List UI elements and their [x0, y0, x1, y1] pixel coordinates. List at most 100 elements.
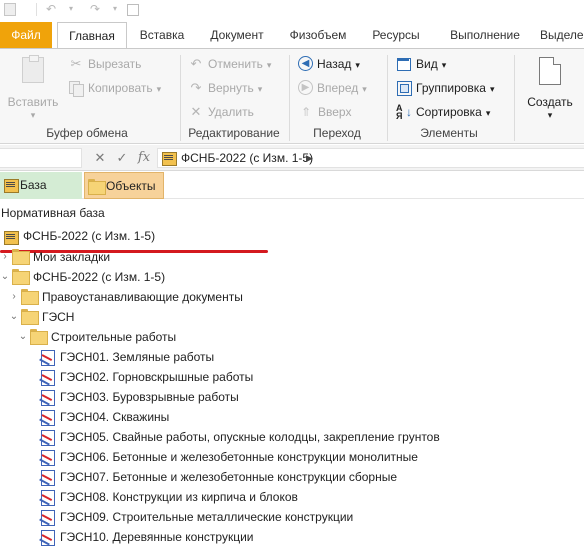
undo-icon: ↶ [190, 55, 202, 71]
forward-button[interactable]: ▶ Вперед [298, 78, 367, 98]
chevron-down-icon: ▾ [547, 110, 553, 120]
view-icon [396, 56, 412, 72]
save-icon[interactable] [2, 2, 16, 16]
list-item-label: ГЭСН06. Бетонные и железобетонные констр… [60, 450, 418, 464]
list-item-label: ГЭСН09. Строительные металлические конст… [60, 510, 354, 524]
list-item-label: ГЭСН01. Земляные работы [60, 350, 215, 364]
chevron-right-icon[interactable]: ▶ [306, 149, 313, 167]
forward-label: Вперед [317, 81, 359, 95]
chevron-down-icon [482, 105, 491, 119]
document-icon [40, 430, 55, 446]
chevron-down-icon [351, 57, 360, 71]
sorting-button[interactable]: A Я ↓ Сортировка [396, 102, 490, 122]
tab-file[interactable]: Файл [0, 22, 52, 48]
address-bar: ✕ ✓ fx ФСНБ-2022 (с Изм. 1-5) ▶ [0, 145, 584, 171]
folder-icon [88, 179, 106, 195]
clipboard-icon [22, 55, 44, 83]
forward-arrow-icon: ▶ [298, 80, 313, 96]
tab-insert[interactable]: Вставка [135, 22, 189, 48]
list-item-label: ГЭСН03. Буровзрывные работы [60, 390, 239, 404]
document-icon [40, 490, 55, 506]
copy-button[interactable]: Копировать [68, 78, 161, 98]
breadcrumb: ФСНБ-2022 (с Изм. 1-5) ▶ [157, 148, 584, 168]
redo-icon[interactable]: ↷ [88, 2, 102, 16]
tab-document[interactable]: Документ [203, 22, 271, 48]
confirm-icon[interactable]: ✓ [114, 149, 130, 167]
up-button[interactable]: ⇑ Вверх [298, 102, 352, 122]
chevron-down-icon[interactable]: ⌄ [0, 267, 10, 287]
qat-separator [36, 3, 37, 16]
list-item-label: ГЭСН08. Конструкции из кирпича и блоков [60, 490, 298, 504]
grouping-label: Группировка [416, 81, 486, 95]
copy-icon [68, 80, 84, 97]
tree-node-label: ГЭСН [42, 310, 75, 324]
chevron-right-icon[interactable]: › [0, 247, 10, 267]
back-arrow-icon: ◀ [298, 56, 313, 72]
cut-button[interactable]: ✂ Вырезать [68, 54, 142, 74]
selected-base-label: ФСНБ-2022 (с Изм. 1-5) [23, 229, 156, 243]
delete-button[interactable]: ✕ Удалить [188, 102, 254, 122]
chevron-right-icon[interactable]: › [9, 287, 19, 307]
cut-label: Вырезать [88, 57, 142, 71]
ribbon: Вставить ▾ ✂ Вырезать Копировать Буфер об… [0, 48, 584, 144]
document-icon [40, 410, 55, 426]
create-button[interactable]: Создать ▾ [522, 55, 578, 123]
tab-base-label: База [20, 178, 47, 192]
chevron-down-icon[interactable]: ⌄ [9, 307, 19, 327]
redo-dropdown-icon[interactable]: ▾ [108, 2, 122, 16]
quick-access-toolbar: ↶ ▾ ↷ ▾ [0, 0, 584, 20]
document-icon [40, 450, 55, 466]
grouping-button[interactable]: Группировка [396, 78, 495, 98]
customize-icon[interactable] [126, 2, 139, 16]
redo-button[interactable]: ↷ Вернуть [188, 78, 263, 98]
undo-dropdown-icon[interactable]: ▾ [64, 2, 78, 16]
function-icon[interactable]: fx [136, 149, 152, 167]
navigation-group-label: Переход [313, 126, 361, 140]
folder-icon [12, 249, 30, 265]
catalog-book-icon [4, 231, 19, 245]
chevron-down-icon [254, 81, 263, 95]
tab-execution[interactable]: Выполнение [442, 22, 528, 48]
catalog-book-icon [4, 179, 19, 193]
back-button[interactable]: ◀ Назад [298, 54, 360, 74]
tab-volume[interactable]: Физобъем [284, 22, 352, 48]
document-icon [40, 370, 55, 386]
group-separator [387, 55, 388, 141]
elements-group-label: Элементы [420, 126, 478, 140]
chevron-down-icon [438, 57, 447, 71]
redo-icon: ↷ [190, 79, 202, 95]
create-label: Создать [527, 95, 573, 109]
name-box[interactable] [0, 148, 82, 168]
tab-select[interactable]: Выделе [540, 22, 584, 48]
grouping-icon [396, 80, 412, 96]
copy-label: Копировать [88, 81, 153, 95]
tab-objects[interactable]: Объекты [84, 172, 164, 199]
chevron-down-icon[interactable]: ⌄ [18, 327, 28, 347]
group-separator [514, 55, 515, 141]
sort-icon: A Я ↓ [396, 102, 412, 121]
list-item-label: ГЭСН02. Горновскрышные работы [60, 370, 254, 384]
group-separator [180, 55, 181, 141]
tree-node-label: ФСНБ-2022 (с Изм. 1-5) [33, 270, 166, 284]
tab-base[interactable]: База [0, 172, 82, 199]
breadcrumb-item[interactable]: ФСНБ-2022 (с Изм. 1-5) [181, 149, 313, 167]
back-label: Назад [317, 57, 352, 71]
delete-icon: ✕ [190, 103, 202, 119]
undo-icon[interactable]: ↶ [44, 2, 58, 16]
clipboard-group-label: Буфер обмена [46, 126, 128, 140]
catalog-book-icon [162, 152, 177, 166]
chevron-down-icon: ▾ [30, 110, 36, 120]
paste-button[interactable]: Вставить ▾ [4, 55, 62, 123]
document-icon [40, 470, 55, 486]
folder-icon [21, 289, 39, 305]
chevron-down-icon [358, 81, 367, 95]
sorting-label: Сортировка [416, 105, 482, 119]
undo-button[interactable]: ↶ Отменить [188, 54, 272, 74]
tab-home[interactable]: Главная [57, 22, 127, 49]
cancel-icon[interactable]: ✕ [92, 149, 108, 167]
tab-resources[interactable]: Ресурсы [366, 22, 426, 48]
chevron-down-icon [486, 81, 495, 95]
list-item-label: ГЭСН04. Скважины [60, 410, 170, 424]
up-arrow-icon: ⇑ [300, 104, 312, 119]
view-button[interactable]: Вид [396, 54, 446, 74]
